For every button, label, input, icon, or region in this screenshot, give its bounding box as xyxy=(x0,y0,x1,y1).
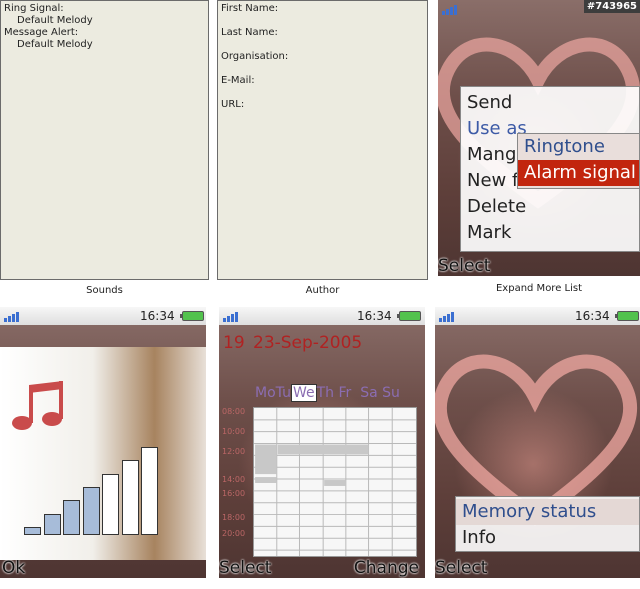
use-as-submenu: Ringtone Alarm signal xyxy=(517,133,640,189)
calendar-event[interactable] xyxy=(277,444,369,455)
submenu-item-alarm-signal[interactable]: Alarm signal xyxy=(518,160,639,186)
week-number: 19 xyxy=(223,333,245,353)
day-fr[interactable]: Fr xyxy=(339,385,352,401)
music-notes-icon xyxy=(12,381,63,430)
email-label: E-Mail: xyxy=(221,75,255,86)
ring-signal-value[interactable]: Default Melody xyxy=(17,15,93,26)
volume-bar xyxy=(141,447,158,535)
watermark-tag: #743965 xyxy=(583,0,640,13)
hour-label: 12:00 xyxy=(222,447,246,456)
day-we-selected[interactable]: We xyxy=(290,384,317,402)
menu-item-mark[interactable]: Mark xyxy=(461,220,639,246)
status-bar: 16:34 xyxy=(435,307,640,325)
menu-item-memory-status[interactable]: Memory status xyxy=(456,499,639,525)
signal-icon xyxy=(439,310,457,322)
status-bar: 16:34 xyxy=(219,307,425,325)
hour-labels: 08:00 10:00 12:00 14:00 16:00 18:00 20:0… xyxy=(222,405,252,565)
calendar-screen: 16:34 19 23-Sep-2005 MoTu We Th Fr Sa Su 0… xyxy=(219,307,425,578)
menu-item-info[interactable]: Info xyxy=(456,525,639,551)
volume-bar xyxy=(43,514,61,535)
message-alert-value[interactable]: Default Melody xyxy=(17,39,93,50)
clock: 16:34 xyxy=(357,309,392,323)
calendar-event[interactable] xyxy=(255,444,277,475)
week-calendar-grid[interactable] xyxy=(253,407,417,557)
menu-item-send[interactable]: Send xyxy=(461,90,639,116)
battery-icon xyxy=(180,311,204,321)
battery-icon xyxy=(615,311,639,321)
memory-screen: 16:34 Memory status Info Select xyxy=(435,307,640,578)
hour-label: 16:00 xyxy=(222,489,246,498)
volume-bar xyxy=(82,487,100,535)
first-name-label: First Name: xyxy=(221,3,279,14)
author-caption: Author xyxy=(305,285,340,296)
clock: 16:34 xyxy=(575,309,610,323)
hour-label: 18:00 xyxy=(222,513,246,522)
hour-label: 20:00 xyxy=(222,529,246,538)
signal-icon xyxy=(4,310,22,322)
battery-icon xyxy=(397,311,421,321)
info-menu: Memory status Info xyxy=(455,496,640,552)
calendar-event[interactable] xyxy=(324,480,346,486)
left-softkey-ok[interactable]: Ok xyxy=(2,558,25,578)
day-th[interactable]: Th xyxy=(317,385,334,401)
calendar-event[interactable] xyxy=(255,477,277,483)
submenu-item-ringtone[interactable]: Ringtone xyxy=(518,134,639,160)
sounds-caption: Sounds xyxy=(86,285,123,296)
hour-label: 10:00 xyxy=(222,427,246,436)
signal-icon xyxy=(223,310,241,322)
left-softkey-select[interactable]: Select xyxy=(435,558,487,578)
hour-label: 08:00 xyxy=(222,407,246,416)
message-alert-label: Message Alert: xyxy=(4,27,79,38)
hour-label: 14:00 xyxy=(222,475,246,484)
last-name-label: Last Name: xyxy=(221,27,278,38)
day-sa[interactable]: Sa xyxy=(360,385,377,401)
organisation-label: Organisation: xyxy=(221,51,289,62)
status-bar: 16:34 xyxy=(0,307,206,325)
volume-bar xyxy=(121,460,139,535)
volume-bar xyxy=(63,500,80,535)
url-label: URL: xyxy=(221,99,245,110)
signal-icon xyxy=(442,3,460,15)
menu-screen: Send Use as Mange New f Delete Mark Ring… xyxy=(438,0,640,276)
sounds-screen: 16:34 Ok xyxy=(0,307,206,578)
volume-bar xyxy=(24,527,41,535)
calendar-date: 23-Sep-2005 xyxy=(253,333,363,353)
author-panel: First Name: Last Name: Organisation: E-M… xyxy=(217,0,428,280)
volume-level-bars[interactable] xyxy=(24,447,179,535)
left-softkey-select[interactable]: Select xyxy=(438,256,490,276)
expand-more-list-caption: Expand More List xyxy=(495,283,583,294)
sounds-panel: Ring Signal: Default Melody Message Aler… xyxy=(0,0,209,280)
day-tu[interactable]: Tu xyxy=(276,385,291,401)
day-su[interactable]: Su xyxy=(382,385,400,401)
ring-signal-label: Ring Signal: xyxy=(4,3,64,14)
day-mo[interactable]: Mo xyxy=(255,385,276,401)
menu-item-delete[interactable]: Delete xyxy=(461,194,639,220)
weekday-header: MoTu We Th Fr Sa Su xyxy=(255,384,400,402)
volume-bar xyxy=(102,474,119,535)
clock: 16:34 xyxy=(140,309,175,323)
left-softkey-select[interactable]: Select xyxy=(219,558,271,578)
right-softkey-change[interactable]: Change xyxy=(354,558,419,578)
